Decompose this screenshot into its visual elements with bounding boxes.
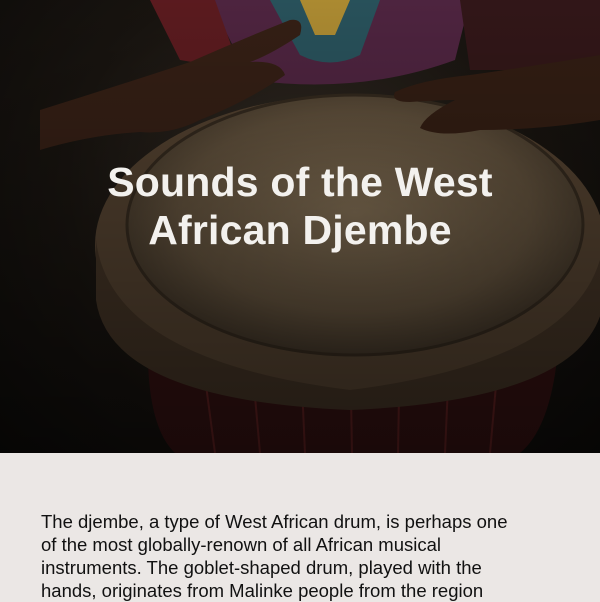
intro-line-3: instruments. The goblet-shaped drum, pla… [41, 557, 482, 578]
intro-line-4: hands, originates from Malinke people fr… [41, 580, 484, 601]
hero-banner: Sounds of the West African Djembe [0, 0, 600, 453]
intro-paragraph: The djembe, a type of West African drum,… [41, 510, 561, 602]
page-title: Sounds of the West African Djembe [0, 158, 600, 254]
intro-line-1: The djembe, a type of West African drum,… [41, 511, 508, 532]
page-title-line-1: Sounds of the West [107, 159, 493, 205]
intro-line-2: of the most globally-renown of all Afric… [41, 534, 441, 555]
page-title-line-2: African Djembe [148, 207, 452, 253]
